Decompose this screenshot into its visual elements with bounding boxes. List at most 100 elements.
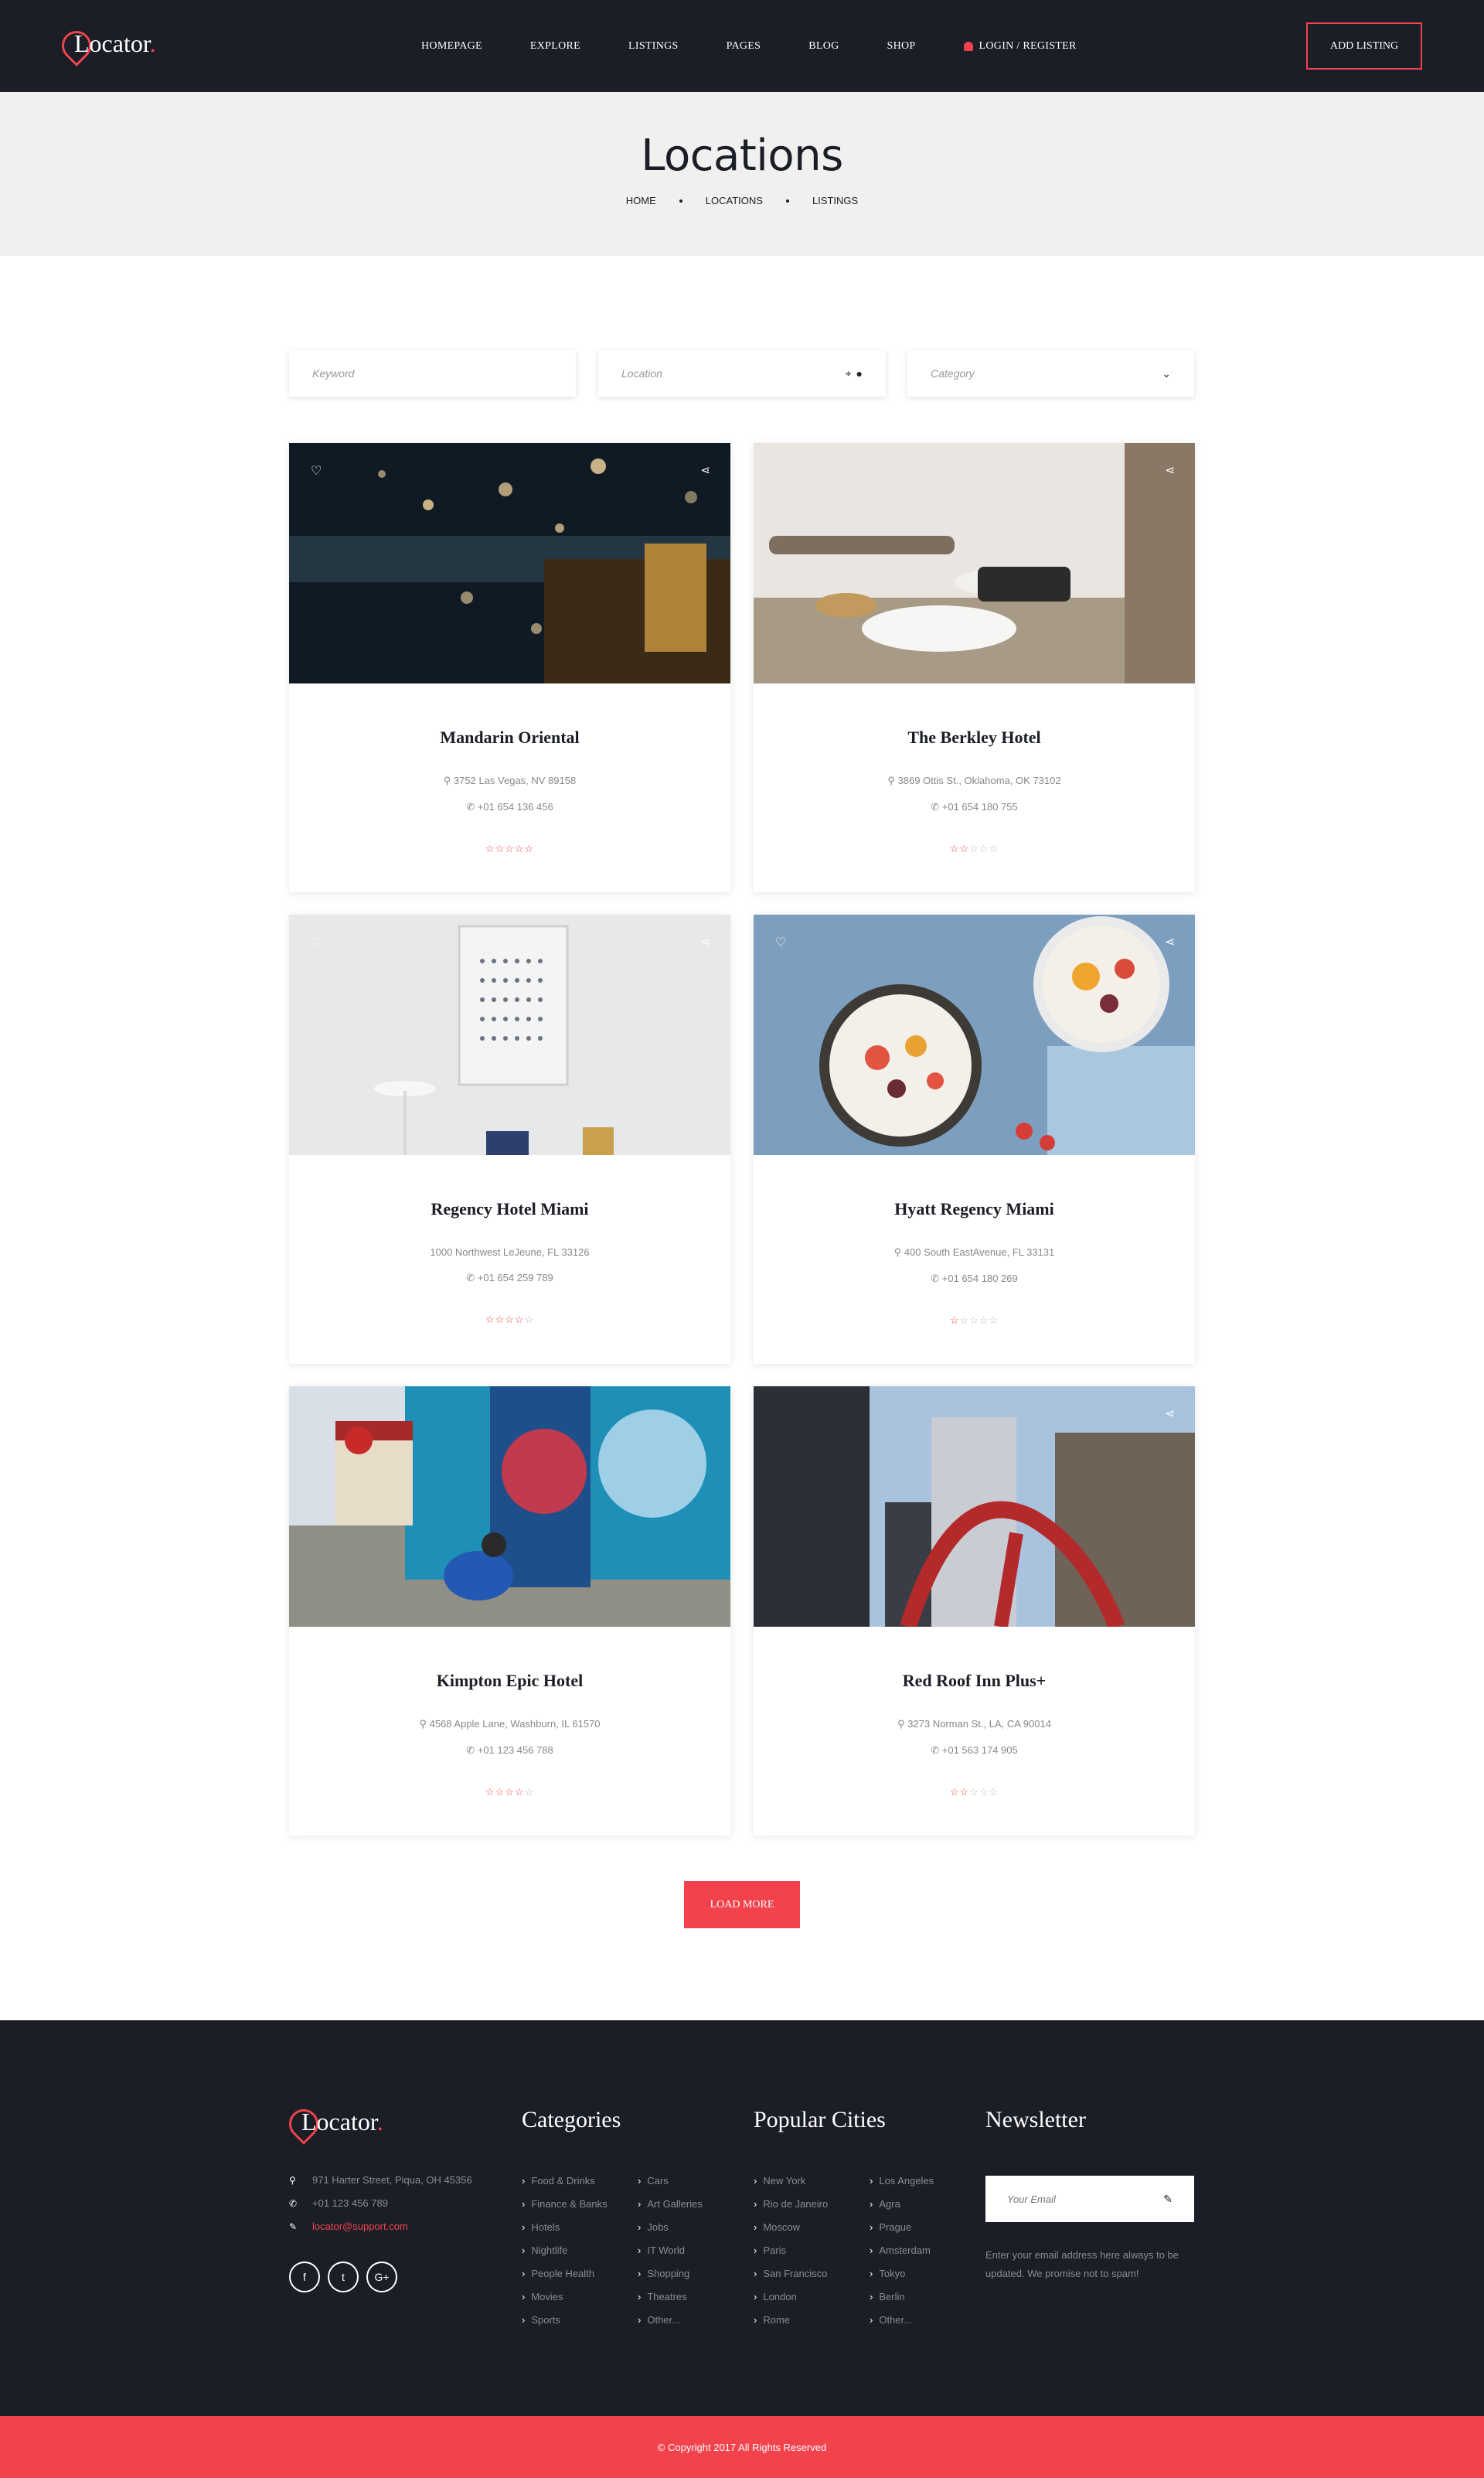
listing-card[interactable]: Kimpton Epic Hotel ⚲ 4568 Apple Lane, Wa…: [289, 1386, 730, 1835]
listing-name[interactable]: Red Roof Inn Plus+: [754, 1671, 1195, 1691]
city-link[interactable]: Prague: [870, 2216, 934, 2239]
city-link[interactable]: Rio de Janeiro: [754, 2193, 828, 2216]
listing-name[interactable]: Kimpton Epic Hotel: [289, 1671, 730, 1691]
brand-name: Locator: [74, 29, 150, 57]
share-icon[interactable]: ⋖: [1165, 463, 1175, 477]
share-icon[interactable]: ⋖: [700, 463, 710, 477]
nav-blog[interactable]: BLOG: [808, 40, 839, 53]
city-link[interactable]: Paris: [754, 2239, 828, 2262]
login-label: LOGIN / REGISTER: [979, 39, 1077, 52]
facebook-icon[interactable]: f: [289, 2262, 320, 2292]
listing-card[interactable]: ♡ ⋖ Mandarin Oriental ⚲ 3752 Las Vegas, …: [289, 443, 730, 892]
city-link[interactable]: Amsterdam: [870, 2239, 934, 2262]
phone-icon: ✆: [466, 1744, 478, 1756]
nav-homepage[interactable]: HOMEPAGE: [421, 40, 482, 53]
listing-card[interactable]: ⋖ The Berkley Hotel ⚲ 3869 Ottis St., Ok…: [754, 443, 1195, 892]
listing-photo[interactable]: ♡ ⋖: [289, 915, 730, 1155]
category-link[interactable]: Jobs: [638, 2216, 703, 2239]
nav-shop[interactable]: SHOP: [887, 40, 916, 53]
crosshair-icon[interactable]: ⌖: [846, 367, 852, 380]
keyword-input[interactable]: [312, 367, 553, 380]
category-link[interactable]: Hotels: [522, 2216, 608, 2239]
location-input[interactable]: [621, 367, 841, 380]
category-link[interactable]: Shopping: [638, 2262, 703, 2285]
add-listing-button[interactable]: ADD LISTING: [1306, 22, 1422, 70]
breadcrumb-locations[interactable]: LOCATIONS: [706, 195, 763, 206]
category-link[interactable]: Food & Drinks: [522, 2170, 608, 2193]
category-link[interactable]: IT World: [638, 2239, 703, 2262]
listing-photo[interactable]: ♡ ⋖: [289, 443, 730, 683]
listing-phone: +01 654 259 789: [477, 1272, 553, 1283]
categories-list: Food & Drinks Finance & Banks Hotels Nig…: [522, 2170, 608, 2332]
share-icon[interactable]: ⋖: [700, 935, 710, 949]
breadcrumb-listings[interactable]: LISTINGS: [812, 195, 858, 206]
pencil-icon[interactable]: ✎: [1163, 2193, 1173, 2206]
category-select[interactable]: [931, 367, 1158, 380]
category-link[interactable]: People Health: [522, 2262, 608, 2285]
newsletter-email-input[interactable]: [1007, 2193, 1164, 2205]
city-link[interactable]: San Francisco: [754, 2262, 828, 2285]
nav-login-register[interactable]: LOGIN / REGISTER: [963, 39, 1077, 53]
heart-icon[interactable]: ♡: [311, 935, 322, 950]
phone-icon: ✆: [289, 2198, 298, 2209]
listing-photo[interactable]: ♡ ⋖: [754, 915, 1195, 1155]
category-link[interactable]: Theatres: [638, 2285, 703, 2309]
listing-name[interactable]: The Berkley Hotel: [754, 728, 1195, 748]
city-link[interactable]: Agra: [870, 2193, 934, 2216]
brand-dot: .: [149, 29, 156, 57]
listing-address: 400 South EastAvenue, FL 33131: [904, 1246, 1055, 1258]
city-link[interactable]: Moscow: [754, 2216, 828, 2239]
listing-card[interactable]: ⋖ Red Roof Inn Plus+ ⚲ 3273 Norman St., …: [754, 1386, 1195, 1835]
heart-icon[interactable]: ♡: [311, 463, 322, 479]
load-more-button[interactable]: LOAD MORE: [684, 1881, 800, 1928]
newsletter-form: ✎: [985, 2176, 1194, 2222]
nav-explore[interactable]: EXPLORE: [530, 40, 580, 53]
category-link[interactable]: Movies: [522, 2285, 608, 2309]
footer-logo[interactable]: Locator.: [283, 2103, 383, 2145]
category-link[interactable]: Nightlife: [522, 2239, 608, 2262]
share-icon[interactable]: ⋖: [1165, 935, 1175, 949]
city-link[interactable]: Rome: [754, 2309, 828, 2332]
rating-stars: ☆☆☆☆☆: [485, 1314, 535, 1325]
city-link[interactable]: Other...: [870, 2309, 934, 2332]
city-link[interactable]: Berlin: [870, 2285, 934, 2309]
phone-icon: ✆: [931, 801, 942, 813]
city-link[interactable]: New York: [754, 2170, 828, 2193]
copyright-text: © Copyright 2017 All Rights Reserved: [657, 2441, 827, 2453]
nav-pages[interactable]: PAGES: [727, 40, 761, 53]
category-link[interactable]: Finance & Banks: [522, 2193, 607, 2216]
share-icon[interactable]: ⋖: [1165, 1406, 1175, 1420]
listing-photo[interactable]: ⋖: [754, 1386, 1195, 1627]
breakfast-bowls-image: [754, 915, 1195, 1155]
map-marker-icon[interactable]: ●: [856, 367, 863, 380]
listing-card[interactable]: ♡ ⋖ Regency Hotel Miami 1000 Northwest L…: [289, 915, 730, 1364]
footer-email[interactable]: locator@support.com: [312, 2215, 408, 2238]
category-filter[interactable]: ⌄: [907, 350, 1194, 397]
listing-card[interactable]: ♡ ⋖ Hyatt Regency Miami ⚲ 400 South East…: [754, 915, 1195, 1364]
logo[interactable]: Locator.: [56, 25, 156, 66]
google-plus-icon[interactable]: G+: [366, 2262, 397, 2292]
listing-photo[interactable]: [289, 1386, 730, 1627]
category-link[interactable]: Art Galleries: [638, 2193, 703, 2216]
listing-photo[interactable]: ⋖: [754, 443, 1195, 683]
dining-table-image: [754, 443, 1195, 683]
category-link[interactable]: Sports: [522, 2309, 608, 2332]
restaurant-night-image: [289, 443, 730, 683]
breadcrumb-home[interactable]: HOME: [626, 195, 656, 206]
category-link[interactable]: Cars: [638, 2170, 703, 2193]
city-link[interactable]: Tokyo: [870, 2262, 934, 2285]
listing-name[interactable]: Regency Hotel Miami: [289, 1199, 730, 1219]
category-link[interactable]: Other...: [638, 2309, 703, 2332]
listing-phone: +01 654 136 456: [477, 801, 553, 813]
heart-icon[interactable]: ♡: [775, 935, 786, 950]
nav-listings[interactable]: LISTINGS: [628, 40, 679, 53]
listing-name[interactable]: Hyatt Regency Miami: [754, 1199, 1195, 1219]
cities-list: New York Rio de Janeiro Moscow Paris San…: [754, 2170, 828, 2332]
phone-icon: ✆: [931, 1744, 942, 1756]
twitter-icon[interactable]: t: [328, 2262, 359, 2292]
city-link[interactable]: Los Angeles: [870, 2170, 934, 2193]
city-link[interactable]: London: [754, 2285, 828, 2309]
listing-name[interactable]: Mandarin Oriental: [289, 728, 730, 748]
minimal-interior-image: [289, 915, 730, 1155]
listing-address: 1000 Northwest LeJeune, FL 33126: [430, 1246, 590, 1258]
